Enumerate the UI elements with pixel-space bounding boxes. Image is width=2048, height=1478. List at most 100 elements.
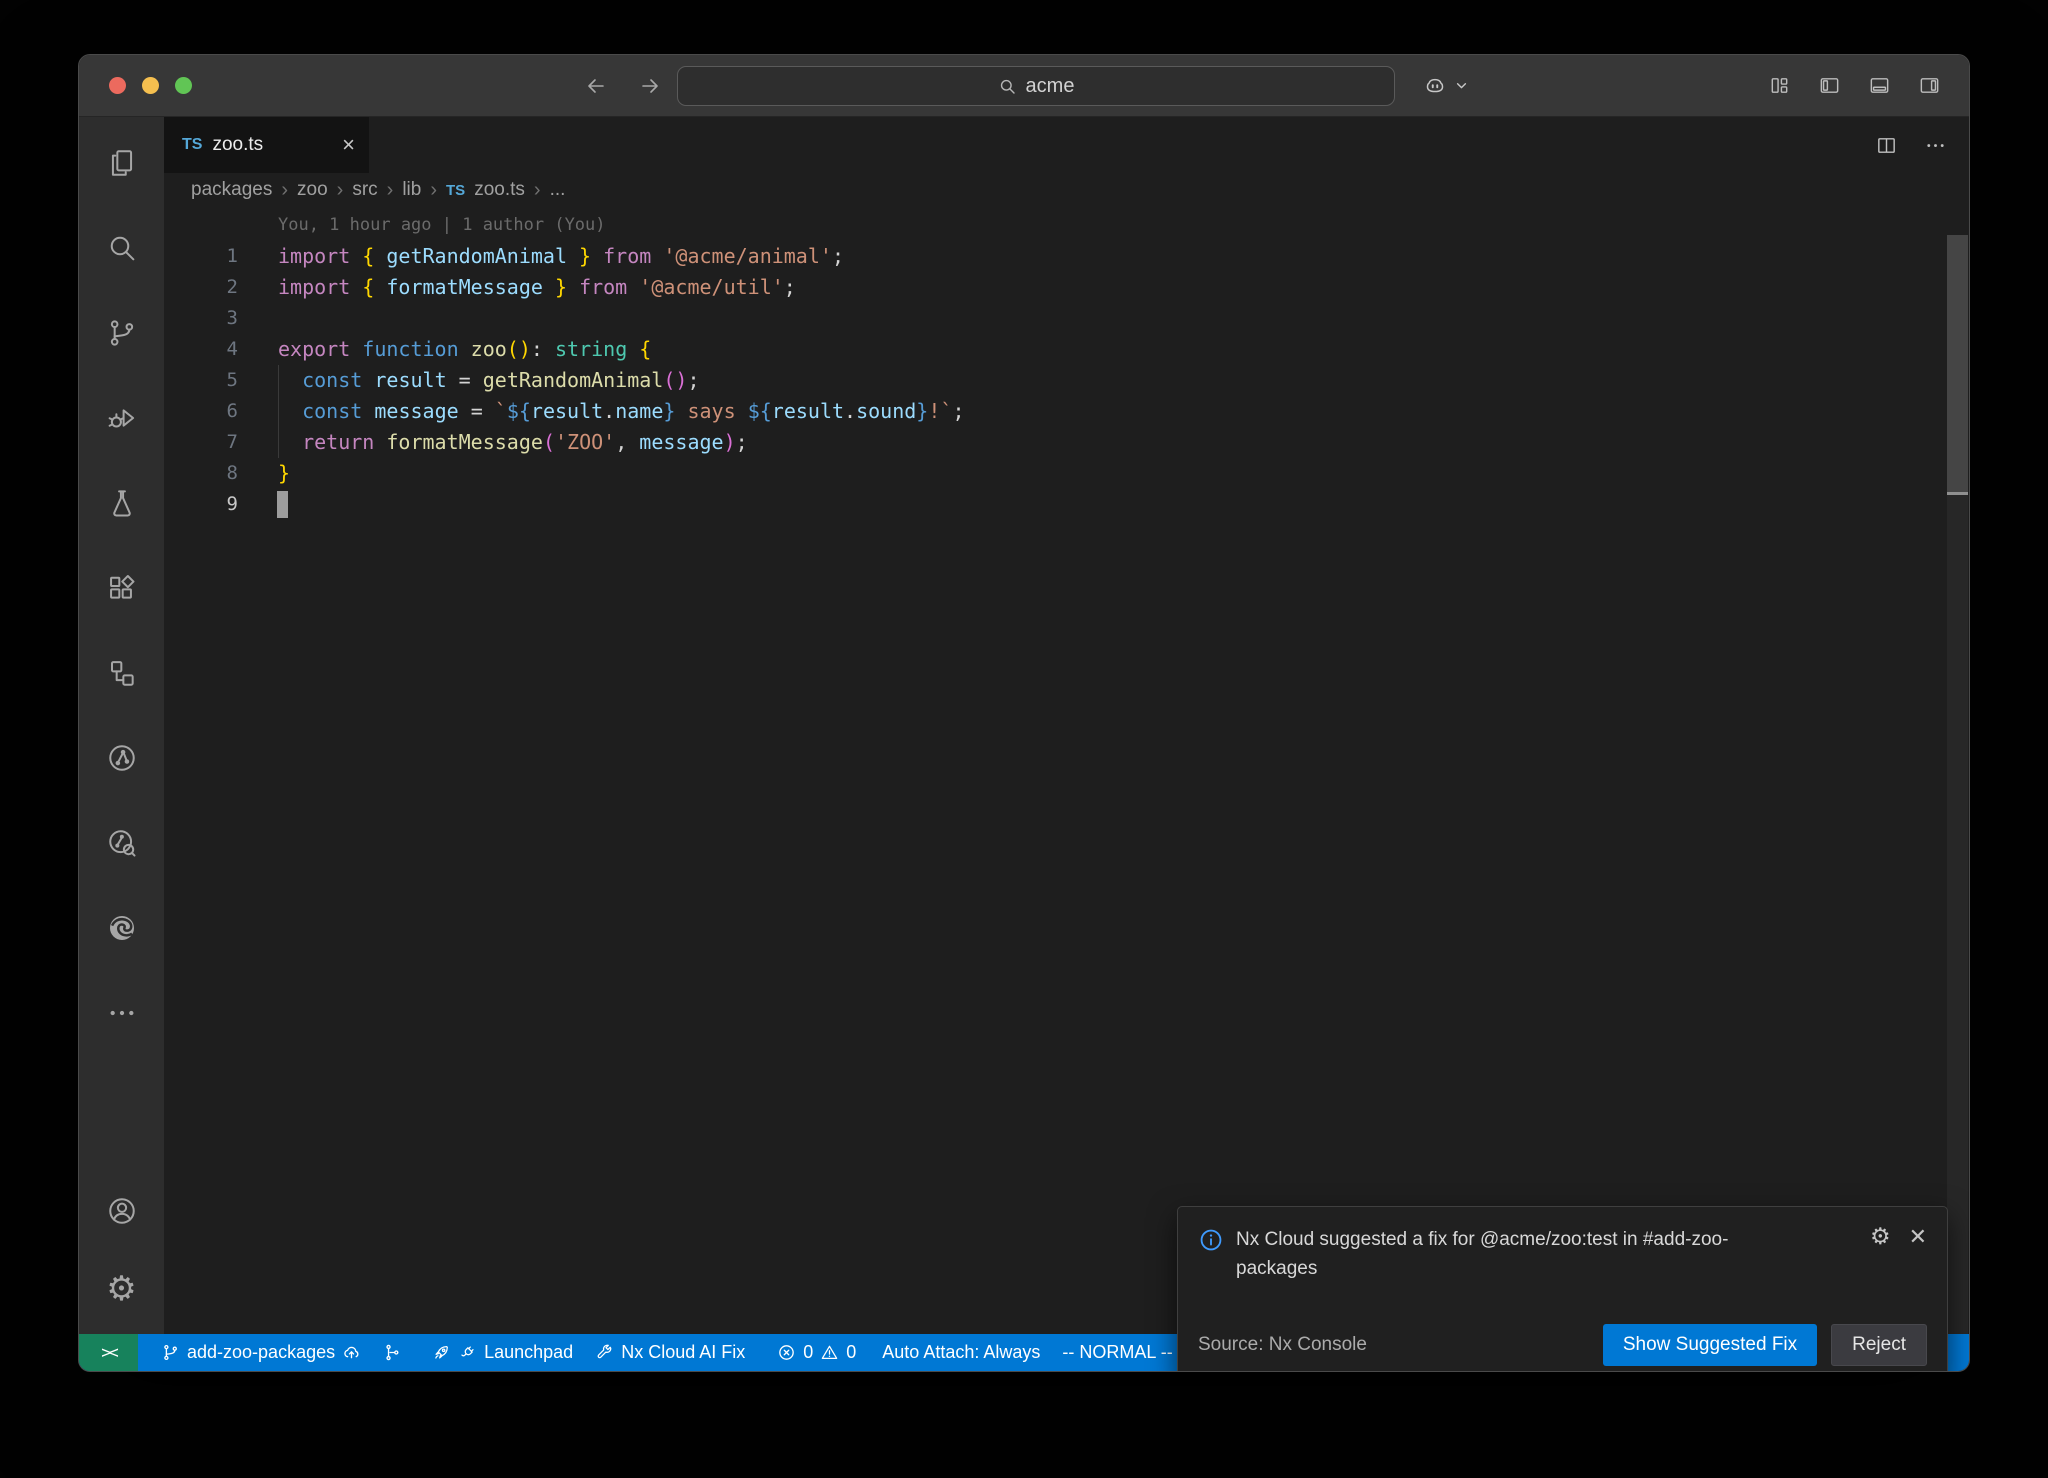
search-value: acme: [1026, 75, 1075, 98]
toggle-panel-icon[interactable]: [1868, 74, 1891, 97]
error-circle-icon: [777, 1343, 796, 1362]
line-number[interactable]: 4: [164, 334, 264, 365]
code-line-2[interactable]: 2import { formatMessage } from '@acme/ut…: [164, 272, 1969, 303]
line-number[interactable]: 7: [164, 427, 264, 458]
activity-bar-item-accounts[interactable]: [106, 1195, 138, 1232]
status-item-launchpad[interactable]: Launchpad: [421, 1334, 584, 1371]
code-line-4[interactable]: 4export function zoo(): string {: [164, 334, 1969, 365]
editor-scrollbar[interactable]: [1947, 235, 1968, 1334]
line-content: import { getRandomAnimal } from '@acme/a…: [264, 241, 844, 272]
editor-group: TS zoo.ts × packages›zoo›src›lib›TSzoo.t…: [164, 117, 1969, 1334]
activity-bar-item-edge-browser[interactable]: [106, 912, 138, 949]
notification-close-icon[interactable]: ✕: [1909, 1226, 1927, 1248]
more-icon: [106, 997, 138, 1029]
close-window-button[interactable]: [109, 77, 126, 94]
back-arrow-icon[interactable]: [584, 74, 608, 98]
status-item-problems[interactable]: 00: [766, 1334, 867, 1371]
zoom-window-button[interactable]: [175, 77, 192, 94]
copilot-menu[interactable]: [1423, 55, 1470, 116]
activity-bar-item-nx-cloud[interactable]: [106, 827, 138, 864]
git-blame-annotation: You, 1 hour ago | 1 author (You): [164, 210, 1969, 241]
activity-bar-item-hierarchy[interactable]: [106, 657, 138, 694]
status-item-label: ><: [101, 1343, 115, 1363]
line-content: export function zoo(): string {: [264, 334, 651, 365]
line-content: [264, 489, 278, 520]
breadcrumb-separator: ›: [281, 179, 288, 202]
breadcrumb-item-src[interactable]: src: [352, 179, 377, 201]
notification-source: Source: Nx Console: [1198, 1334, 1367, 1356]
extensions-icon: [106, 572, 138, 604]
code-line-3[interactable]: 3: [164, 303, 1969, 334]
status-item-auto-attach[interactable]: Auto Attach: Always: [871, 1334, 1051, 1371]
line-content: import { formatMessage } from '@acme/uti…: [264, 272, 796, 303]
code-line-6[interactable]: 6 const message = `${result.name} says $…: [164, 396, 1969, 427]
activity-bar-item-search[interactable]: [106, 232, 138, 269]
line-number[interactable]: 2: [164, 272, 264, 303]
vscode-window: acme ⚙ TS zoo.ts ×: [78, 54, 1970, 1372]
reject-button[interactable]: Reject: [1831, 1324, 1927, 1366]
split-editor-icon[interactable]: [1875, 134, 1898, 157]
activity-bar-item-run-and-debug[interactable]: [106, 402, 138, 439]
status-item-remote-indicator[interactable]: ><: [79, 1334, 138, 1371]
line-number[interactable]: 8: [164, 458, 264, 489]
code-line-5[interactable]: 5 const result = getRandomAnimal();: [164, 365, 1969, 396]
notification-settings-gear-icon[interactable]: ⚙: [1870, 1225, 1891, 1248]
line-content: const result = getRandomAnimal();: [264, 365, 700, 396]
status-item-git-branch[interactable]: add-zoo-packages: [150, 1334, 372, 1371]
chevron-down-icon: [1453, 77, 1470, 94]
activity-bar-item-source-control[interactable]: [106, 317, 138, 354]
nx-console-icon: [106, 742, 138, 774]
breadcrumb-overflow[interactable]: ...: [550, 179, 566, 201]
forward-arrow-icon[interactable]: [638, 74, 662, 98]
activity-bar-item-nx-console[interactable]: [106, 742, 138, 779]
activity-bar-item-testing[interactable]: [106, 487, 138, 524]
status-item-commit-graph[interactable]: [372, 1334, 413, 1371]
breadcrumb-item-packages[interactable]: packages: [191, 179, 272, 201]
line-number[interactable]: 3: [164, 303, 264, 334]
status-item-nx-cloud-ai-fix[interactable]: Nx Cloud AI Fix: [584, 1334, 756, 1371]
rocket-icon: [432, 1343, 451, 1362]
line-content: const message = `${result.name} says ${r…: [264, 396, 964, 427]
status-item-label: 0: [803, 1342, 813, 1363]
more-actions-icon[interactable]: [1924, 134, 1947, 157]
explorer-icon: [106, 147, 138, 179]
line-number[interactable]: 5: [164, 365, 264, 396]
copilot-icon: [1423, 74, 1447, 98]
overview-ruler-cursor-marker: [1947, 492, 1968, 495]
title-bar[interactable]: acme: [79, 55, 1969, 117]
status-item-label: Launchpad: [484, 1342, 573, 1363]
line-number[interactable]: 9: [164, 489, 264, 520]
code-line-1[interactable]: 1import { getRandomAnimal } from '@acme/…: [164, 241, 1969, 272]
toggle-primary-sidebar-icon[interactable]: [1818, 74, 1841, 97]
code-line-7[interactable]: 7 return formatMessage('ZOO', message);: [164, 427, 1969, 458]
breadcrumb-separator: ›: [430, 179, 437, 202]
status-item-vim-mode[interactable]: -- NORMAL --: [1051, 1334, 1183, 1371]
activity-bar-item-settings[interactable]: ⚙: [106, 1272, 136, 1306]
breadcrumb-separator: ›: [387, 179, 394, 202]
close-tab-icon[interactable]: ×: [342, 134, 355, 156]
breadcrumb-item-lib[interactable]: lib: [402, 179, 421, 201]
minimize-window-button[interactable]: [142, 77, 159, 94]
text-cursor: [277, 491, 288, 518]
breadcrumb-item-file[interactable]: zoo.ts: [474, 179, 525, 201]
activity-bar-item-explorer[interactable]: [106, 147, 138, 184]
breadcrumb-separator: ›: [337, 179, 344, 202]
line-number[interactable]: 6: [164, 396, 264, 427]
activity-bar: ⚙: [79, 117, 164, 1334]
show-suggested-fix-button[interactable]: Show Suggested Fix: [1603, 1324, 1817, 1366]
warning-triangle-icon: [820, 1343, 839, 1362]
activity-bar-item-extensions[interactable]: [106, 572, 138, 609]
testing-icon: [106, 487, 138, 519]
line-number[interactable]: 1: [164, 241, 264, 272]
toggle-secondary-sidebar-icon[interactable]: [1918, 74, 1941, 97]
plug-icon: [458, 1343, 477, 1362]
code-line-8[interactable]: 8}: [164, 458, 1969, 489]
scrollbar-thumb[interactable]: [1947, 235, 1968, 493]
customize-layout-icon[interactable]: [1768, 74, 1791, 97]
command-center-search[interactable]: acme: [677, 66, 1395, 106]
code-editor[interactable]: You, 1 hour ago | 1 author (You) 1import…: [164, 207, 1969, 1334]
activity-bar-item-more[interactable]: [106, 997, 138, 1034]
breadcrumb-item-zoo[interactable]: zoo: [297, 179, 328, 201]
code-line-9[interactable]: 9: [164, 489, 1969, 520]
tab-zoo-ts[interactable]: TS zoo.ts ×: [164, 117, 369, 173]
